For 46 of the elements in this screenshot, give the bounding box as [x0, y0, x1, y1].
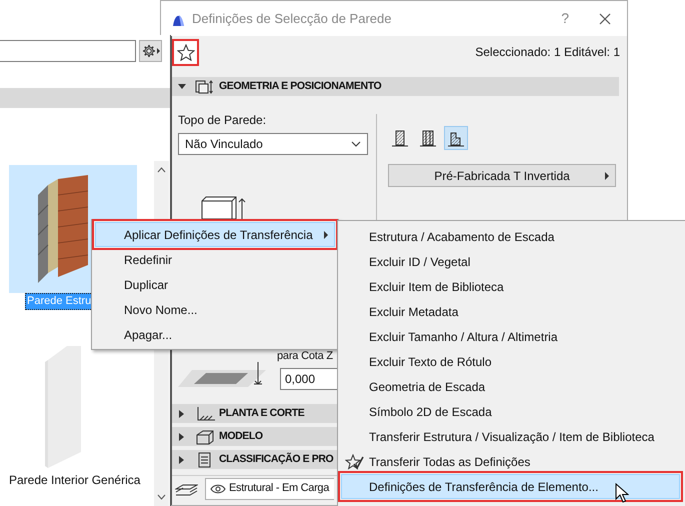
- menu-item[interactable]: Excluir ID / Vegetal: [341, 249, 680, 274]
- wall-top-dropdown[interactable]: Não Vinculado: [178, 133, 368, 155]
- field-label: Topo de Parede:: [178, 112, 268, 129]
- menu-item[interactable]: Transferir Estrutura / Visualização / Item de Biblioteca: [341, 424, 680, 449]
- collapse-icon[interactable]: [177, 82, 187, 92]
- field-label: para Cota Z: [277, 349, 334, 364]
- menu-item[interactable]: Definições de Transferência de Elemento...: [341, 474, 680, 499]
- close-icon[interactable]: [599, 12, 611, 24]
- scroll-down-icon[interactable]: [157, 494, 166, 500]
- mouse-cursor-icon: [615, 483, 629, 503]
- help-button[interactable]: ?: [561, 8, 569, 29]
- chevron-down-icon: [351, 141, 361, 147]
- layer-dropdown[interactable]: Estrutural - Em Carga: [205, 478, 334, 500]
- menu-item[interactable]: Estrutura / Acabamento de Escada: [341, 224, 680, 249]
- scroll-up-icon[interactable]: [157, 167, 166, 173]
- geometry-icon: [195, 78, 215, 94]
- eye-icon: [210, 484, 226, 494]
- box-icon: [195, 428, 215, 444]
- menu-item[interactable]: Excluir Item de Biblioteca: [341, 274, 680, 299]
- menu-item[interactable]: Duplicar: [95, 272, 335, 297]
- menu-item[interactable]: Transferir Todas as Definições: [341, 449, 680, 474]
- menu-item[interactable]: Excluir Metadata: [341, 299, 680, 324]
- wall-name[interactable]: Parede Interior Genérica: [9, 473, 140, 488]
- selection-info: Seleccionado: 1 Editável: 1: [475, 44, 620, 61]
- wall-profile-icon: [390, 128, 410, 148]
- profile-button[interactable]: Pré-Fabricada T Invertida: [388, 164, 616, 187]
- menu-item[interactable]: Aplicar Definições de Transferência: [95, 222, 335, 247]
- arrow-right-icon: [605, 172, 609, 180]
- star-check-icon: [345, 454, 364, 470]
- wall-height-drawing: [200, 195, 246, 219]
- settings-button[interactable]: [139, 40, 162, 62]
- menu-item[interactable]: Redefinir: [95, 247, 335, 272]
- favorites-button[interactable]: [172, 38, 199, 66]
- arrow-right-icon: [156, 48, 160, 54]
- menu-item[interactable]: Excluir Tamanho / Altura / Altimetria: [341, 324, 680, 349]
- menu-item[interactable]: Novo Nome...: [95, 297, 335, 322]
- star-icon: [176, 44, 194, 60]
- wall-profile-icon: [418, 128, 438, 148]
- section-icon: [195, 406, 215, 422]
- profile-option[interactable]: [444, 126, 468, 150]
- menu-item[interactable]: Símbolo 2D de Escada: [341, 399, 680, 424]
- menu-item[interactable]: Apagar...: [95, 322, 335, 347]
- section-header[interactable]: GEOMETRIA E POSICIONAMENTO: [172, 77, 619, 96]
- settings-icon: [142, 44, 156, 58]
- search-field[interactable]: [0, 40, 136, 62]
- window-title: Definições de Selecção de Parede: [192, 10, 392, 28]
